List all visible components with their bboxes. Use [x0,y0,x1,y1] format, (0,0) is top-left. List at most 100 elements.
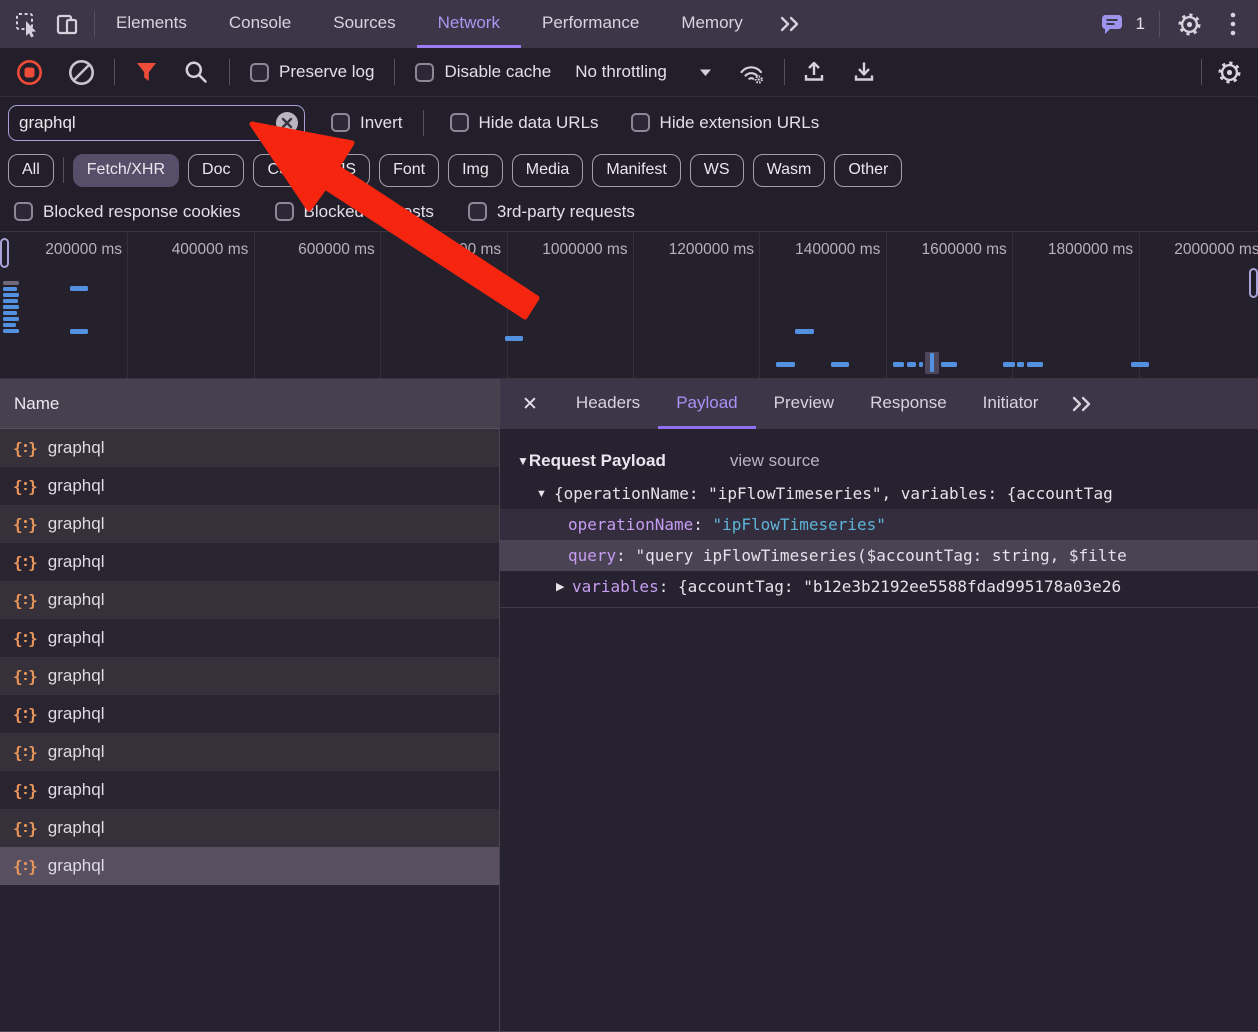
hide-data-urls-checkbox[interactable]: Hide data URLs [450,113,599,133]
request-row[interactable]: {}graphql [0,505,499,543]
divider [784,59,785,85]
message-count: 1 [1136,14,1145,34]
third-party-requests-label: 3rd-party requests [497,202,635,222]
name-column-header[interactable]: Name [0,379,499,429]
more-details-tabs-button[interactable] [1056,379,1108,429]
tab-console[interactable]: Console [208,0,312,48]
request-row[interactable]: {}graphql [0,695,499,733]
chip-fetch-xhr[interactable]: Fetch/XHR [73,154,179,187]
request-row[interactable]: {}graphql [0,467,499,505]
details-tab-headers[interactable]: Headers [558,379,658,429]
request-row[interactable]: {}graphql [0,809,499,847]
brace-open: { [13,515,23,534]
more-tabs-icon [778,13,802,35]
kebab-menu-button[interactable] [1218,9,1248,39]
payload-text: variables: {accountTag: "b12e3b2192ee558… [572,577,1121,596]
device-toolbar-button[interactable] [52,9,82,39]
hide-extension-urls-checkbox[interactable]: Hide extension URLs [631,113,820,133]
network-conditions-button[interactable] [738,57,768,87]
payload-text: {operationName: "ipFlowTimeseries", vari… [554,484,1113,503]
chip-doc[interactable]: Doc [188,154,244,187]
chip-img[interactable]: Img [448,154,503,187]
chip-wasm[interactable]: Wasm [753,154,826,187]
filter-toggle-button[interactable] [131,57,161,87]
payload-tree-row[interactable]: operationName: "ipFlowTimeseries" [500,509,1258,540]
brace-open: { [13,439,23,458]
brace-dots [24,444,27,452]
disable-cache-checkbox[interactable]: Disable cache [415,62,551,82]
details-tab-initiator[interactable]: Initiator [965,379,1057,429]
dot [24,450,27,453]
tab-network[interactable]: Network [417,0,521,48]
preserve-log-checkbox[interactable]: Preserve log [250,62,374,82]
timeline-left-handle[interactable] [0,238,9,268]
chip-ws[interactable]: WS [690,154,744,187]
export-har-button[interactable] [849,57,879,87]
timeline-request-bar [3,323,16,327]
clear-filter-button[interactable] [276,112,298,134]
collapse-triangle-icon[interactable]: ▼ [517,454,529,468]
details-tab-preview[interactable]: Preview [756,379,852,429]
devtools-settings-button[interactable] [1174,9,1204,39]
chip-js[interactable]: JS [323,154,370,187]
tab-sources[interactable]: Sources [312,0,416,48]
chip-manifest[interactable]: Manifest [592,154,680,187]
inspect-element-button[interactable] [12,9,42,39]
blocked-requests-checkbox[interactable]: Blocked requests [275,202,434,222]
request-row[interactable]: {}graphql [0,733,499,771]
details-tab-response[interactable]: Response [852,379,965,429]
request-row[interactable]: {}graphql [0,847,499,885]
invert-filter-checkbox[interactable]: Invert [331,113,403,133]
collapsed-triangle-icon[interactable]: ▶ [556,580,564,593]
dot [24,754,27,757]
request-row[interactable]: {}graphql [0,581,499,619]
hide-data-urls-label: Hide data URLs [479,113,599,133]
timeline-request-bar [3,281,19,285]
search-button[interactable] [181,57,211,87]
timeline-divider [254,232,255,378]
chip-media[interactable]: Media [512,154,584,187]
details-tab-payload[interactable]: Payload [658,379,755,429]
chip-all[interactable]: All [8,154,54,187]
tab-memory[interactable]: Memory [660,0,763,48]
request-row[interactable]: {}graphql [0,429,499,467]
request-payload-section-header[interactable]: ▼ Request Payload view source [500,444,1258,478]
brace-open: { [13,743,23,762]
checkbox [14,202,33,221]
request-row[interactable]: {}graphql [0,771,499,809]
third-party-requests-checkbox[interactable]: 3rd-party requests [468,202,635,222]
tab-performance[interactable]: Performance [521,0,660,48]
dot [24,482,27,485]
chip-other[interactable]: Other [834,154,902,187]
record-network-log-button[interactable] [14,57,44,87]
tab-elements[interactable]: Elements [95,0,208,48]
xhr-braces-icon: {} [13,667,38,686]
clear-network-log-button[interactable] [66,57,96,87]
blocked-response-cookies-checkbox[interactable]: Blocked response cookies [14,202,241,222]
chip-css[interactable]: CSS [253,154,314,187]
chip-font[interactable]: Font [379,154,439,187]
divider [423,110,424,136]
network-settings-button[interactable] [1214,57,1244,87]
payload-tree-row[interactable]: ▶ variables: {accountTag: "b12e3b2192ee55… [500,571,1258,602]
request-row[interactable]: {}graphql [0,657,499,695]
request-row[interactable]: {}graphql [0,619,499,657]
expanded-triangle-icon[interactable]: ▼ [536,488,547,500]
timeline-request-bar [907,362,916,367]
payload-text: query: "query ipFlowTimeseries($accountT… [568,546,1127,565]
console-messages-button[interactable] [1098,9,1128,39]
network-overview-timeline[interactable]: 200000 ms400000 ms600000 ms800000 ms1000… [0,232,1258,379]
throttling-select[interactable]: No throttling [575,62,712,82]
timeline-right-handle[interactable] [1249,268,1258,298]
view-source-link[interactable]: view source [730,451,820,471]
request-row[interactable]: {}graphql [0,543,499,581]
filter-input[interactable] [9,113,304,133]
payload-tree-row[interactable]: query: "query ipFlowTimeseries($accountT… [500,540,1258,571]
close-details-button[interactable]: ✕ [500,379,558,429]
payload-tree-row[interactable]: ▼ {operationName: "ipFlowTimeseries", var… [500,478,1258,509]
brace-open: { [13,857,23,876]
import-har-button[interactable] [799,57,829,87]
import-har-upload-icon [801,59,827,85]
checkbox [468,202,487,221]
more-tabs-button[interactable] [764,0,816,48]
